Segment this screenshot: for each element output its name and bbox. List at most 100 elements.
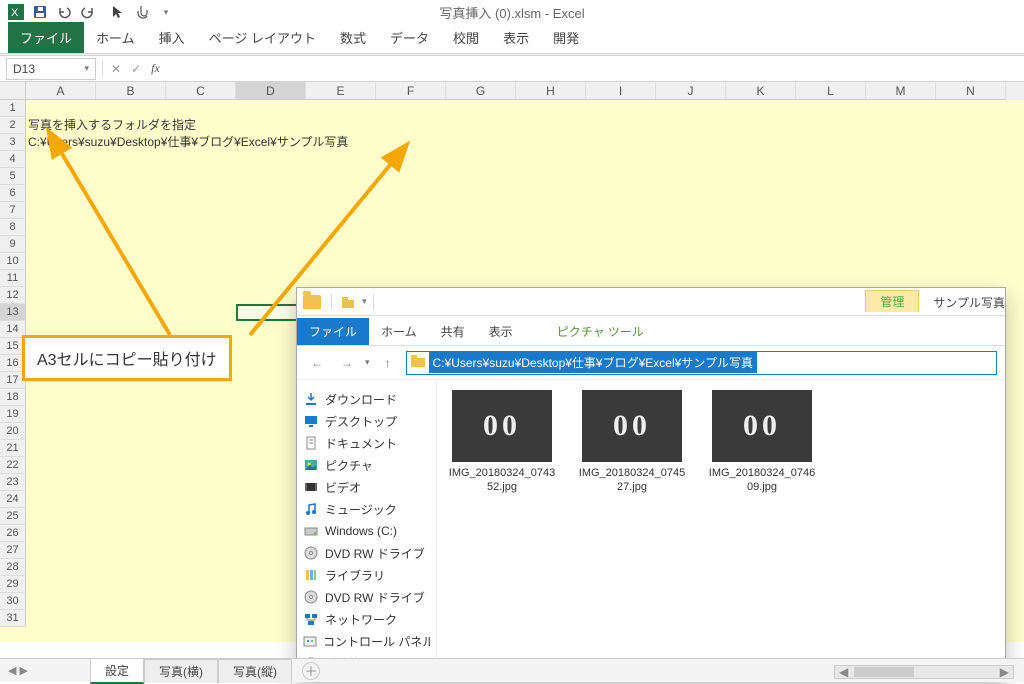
row-header[interactable]: 30 [0,593,26,610]
col-header[interactable]: G [446,82,516,100]
forward-icon[interactable]: → [335,351,359,375]
add-sheet-button[interactable]: ＋ [302,662,320,680]
tab-pagelayout[interactable]: ページ レイアウト [197,22,328,53]
row-header[interactable]: 6 [0,185,26,202]
cancel-icon[interactable]: ✕ [111,62,121,76]
row-header[interactable]: 27 [0,542,26,559]
tab-file[interactable]: ファイル [8,22,84,53]
col-header[interactable]: M [866,82,936,100]
row-header[interactable]: 20 [0,423,26,440]
tab-insert[interactable]: 挿入 [147,22,197,53]
explorer-picture-tools-tab[interactable]: ピクチャ ツール [545,318,656,345]
explorer-titlebar[interactable]: ▾ 管理 サンプル写真 [297,288,1005,316]
col-header[interactable]: F [376,82,446,100]
col-header[interactable]: D [236,82,306,100]
row-header[interactable]: 25 [0,508,26,525]
tab-view[interactable]: 表示 [491,22,541,53]
sidebar-item[interactable]: ネットワーク [303,608,430,630]
row-header[interactable]: 2 [0,117,26,134]
row-header[interactable]: 3 [0,134,26,151]
row-header[interactable]: 29 [0,576,26,593]
sidebar-item[interactable]: ミュージック [303,498,430,520]
row-header[interactable]: 5 [0,168,26,185]
row-header[interactable]: 23 [0,474,26,491]
row-header[interactable]: 18 [0,389,26,406]
row-header[interactable]: 7 [0,202,26,219]
col-header[interactable]: C [166,82,236,100]
file-thumbnail[interactable]: 00IMG_20180324_074609.jpg [707,390,817,495]
cell-A3[interactable]: C:¥Users¥suzu¥Desktop¥仕事¥ブログ¥Excel¥サンプル写… [26,134,350,151]
row-header[interactable]: 31 [0,610,26,627]
sidebar-item[interactable]: ライブラリ [303,564,430,586]
name-box-dropdown-icon[interactable]: ▾ [84,63,89,74]
sidebar-item[interactable]: ビデオ [303,476,430,498]
sidebar-item[interactable]: ピクチャ [303,454,430,476]
sidebar-item[interactable]: コントロール パネル [303,630,430,652]
tab-developer[interactable]: 開発 [541,22,591,53]
explorer-tab-share[interactable]: 共有 [429,318,477,345]
row-header[interactable]: 11 [0,270,26,287]
row-header[interactable]: 8 [0,219,26,236]
row-header[interactable]: 4 [0,151,26,168]
sidebar-item[interactable]: ドキュメント [303,432,430,454]
explorer-window[interactable]: ▾ 管理 サンプル写真 ファイル ホーム 共有 表示 ピクチャ ツール ← → … [296,287,1006,682]
select-all-corner[interactable] [0,82,26,100]
up-icon[interactable]: ↑ [376,351,400,375]
file-thumbnail[interactable]: 00IMG_20180324_074352.jpg [447,390,557,495]
col-header[interactable]: J [656,82,726,100]
col-header[interactable]: A [26,82,96,100]
row-header[interactable]: 22 [0,457,26,474]
sheet-nav[interactable]: ◀ ▶ [8,664,28,677]
col-header[interactable]: E [306,82,376,100]
redo-icon[interactable] [80,4,96,20]
history-dropdown-icon[interactable]: ▾ [365,357,370,368]
formula-input[interactable] [168,58,1024,80]
row-header[interactable]: 26 [0,525,26,542]
confirm-icon[interactable]: ✓ [131,62,141,76]
touch-icon[interactable] [134,4,150,20]
tab-review[interactable]: 校閲 [441,22,491,53]
col-header[interactable]: H [516,82,586,100]
col-header[interactable]: I [586,82,656,100]
row-header[interactable]: 10 [0,253,26,270]
explorer-sidebar[interactable]: ダウンロードデスクトップドキュメントピクチャビデオミュージックWindows (… [297,380,437,681]
row-header[interactable]: 28 [0,559,26,576]
sheet-tab[interactable]: 写真(縦) [218,659,292,683]
sheet-tab[interactable]: 写真(横) [144,659,218,683]
explorer-file-list[interactable]: 00IMG_20180324_074352.jpg00IMG_20180324_… [437,380,1005,681]
horizontal-scrollbar[interactable]: ◀ ▶ [834,665,1014,679]
tab-data[interactable]: データ [378,22,441,53]
sidebar-item[interactable]: DVD RW ドライブ [303,586,430,608]
row-header[interactable]: 24 [0,491,26,508]
tab-home[interactable]: ホーム [84,22,147,53]
address-bar[interactable]: C:¥Users¥suzu¥Desktop¥仕事¥ブログ¥Excel¥サンプル写… [406,351,997,375]
row-header[interactable]: 13 [0,304,26,321]
col-header[interactable]: B [96,82,166,100]
undo-icon[interactable] [56,4,72,20]
worksheet-grid[interactable]: A B C D E F G H I J K L M N 123456789101… [0,82,1024,642]
sidebar-item[interactable]: デスクトップ [303,410,430,432]
tab-formulas[interactable]: 数式 [328,22,378,53]
scroll-thumb[interactable] [854,667,914,677]
sidebar-item[interactable]: ダウンロード [303,388,430,410]
cell-A2[interactable]: 写真を挿入するフォルダを指定 [26,117,198,134]
row-header[interactable]: 9 [0,236,26,253]
pointer-icon[interactable] [110,4,126,20]
sidebar-item[interactable]: Windows (C:) [303,520,430,542]
explorer-tab-view[interactable]: 表示 [477,318,525,345]
col-header[interactable]: K [726,82,796,100]
sheet-tab[interactable]: 設定 [90,658,144,684]
fx-icon[interactable]: fx [151,61,160,76]
explorer-qat-icon[interactable] [340,294,356,310]
file-thumbnail[interactable]: 00IMG_20180324_074527.jpg [577,390,687,495]
qat-dropdown-icon[interactable]: ▾ [158,4,174,20]
name-box[interactable]: D13 ▾ [6,58,96,80]
row-header[interactable]: 21 [0,440,26,457]
row-header[interactable]: 19 [0,406,26,423]
address-path[interactable]: C:¥Users¥suzu¥Desktop¥仕事¥ブログ¥Excel¥サンプル写… [429,352,757,373]
explorer-qat-dropdown-icon[interactable]: ▾ [362,296,367,307]
row-header[interactable]: 12 [0,287,26,304]
save-icon[interactable] [32,4,48,20]
sidebar-item[interactable]: DVD RW ドライブ [303,542,430,564]
scroll-right-icon[interactable]: ▶ [996,665,1013,679]
